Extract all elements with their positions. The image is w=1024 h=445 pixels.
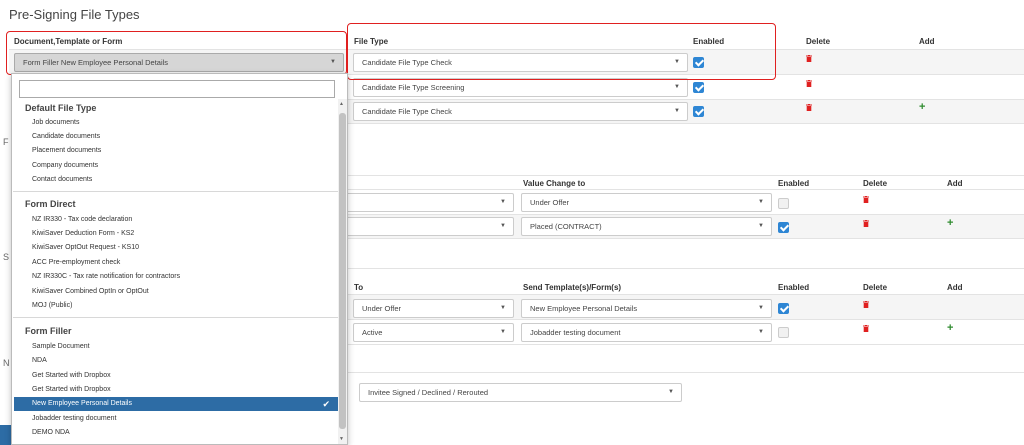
enabled-checkbox-2[interactable] (693, 82, 704, 93)
header-add-3: Add (947, 283, 963, 292)
caret-down-icon: ▼ (500, 223, 506, 229)
trash-icon[interactable] (806, 104, 812, 111)
scrollbar-thumb[interactable] (339, 113, 346, 429)
highlight-box-document (6, 31, 347, 75)
option[interactable]: NZ IR330 - Tax code declaration (32, 216, 132, 223)
send-template-select-2[interactable]: Jobadder testing document ▼ (521, 323, 772, 342)
section-heading-peek: F (3, 137, 9, 147)
header-delete: Delete (806, 37, 831, 46)
option[interactable]: Get Started with Dropbox (32, 372, 111, 379)
to-select-2[interactable]: Active ▼ (353, 323, 514, 342)
enabled-checkbox-s2-1[interactable] (778, 198, 789, 209)
option[interactable]: Get Started with Dropbox (32, 386, 111, 393)
option[interactable]: Company documents (32, 162, 98, 169)
dropdown-search-input[interactable] (19, 80, 335, 98)
option[interactable]: NZ IR330C - Tax rate notification for co… (32, 273, 180, 280)
header-send: Send Template(s)/Form(s) (523, 283, 622, 292)
option[interactable]: Jobadder testing document (32, 415, 116, 422)
trash-icon[interactable] (863, 325, 869, 332)
group-default-file-type: Default File Type (25, 103, 97, 113)
caret-down-icon: ▼ (500, 329, 506, 335)
option[interactable]: Candidate documents (32, 133, 100, 140)
header-enabled-3: Enabled (778, 283, 810, 292)
scroll-up-icon[interactable]: ▲ (339, 101, 344, 107)
file-type-select-3[interactable]: Candidate File Type Check ▼ (353, 102, 688, 121)
option[interactable]: Contact documents (32, 176, 92, 183)
file-type-value-2: Candidate File Type Screening (362, 83, 465, 92)
enabled-checkbox-s3-2[interactable] (778, 327, 789, 338)
caret-down-icon: ▼ (668, 389, 674, 395)
add-row-icon[interactable]: + (947, 323, 953, 334)
header-delete-2: Delete (863, 179, 888, 188)
status-select[interactable]: Invitee Signed / Declined / Rerouted ▼ (359, 383, 682, 402)
scroll-down-icon[interactable]: ▼ (339, 436, 344, 442)
trash-icon[interactable] (806, 55, 812, 62)
caret-down-icon: ▼ (500, 199, 506, 205)
caret-down-icon: ▼ (500, 305, 506, 311)
caret-down-icon: ▼ (674, 108, 680, 114)
option-selected[interactable]: New Employee Personal Details ✔ (14, 397, 338, 411)
file-type-value-3: Candidate File Type Check (362, 107, 452, 116)
caret-down-icon: ▼ (758, 223, 764, 229)
to-value-1: Under Offer (362, 304, 402, 313)
option-selected-label: New Employee Personal Details (32, 400, 132, 407)
value-change-select-2[interactable]: Placed (CONTRACT) ▼ (521, 217, 772, 236)
status-select-value: Invitee Signed / Declined / Rerouted (368, 388, 489, 397)
value-change-select-1[interactable]: Under Offer ▼ (521, 193, 772, 212)
option[interactable]: DEMO NDA (32, 429, 70, 436)
option[interactable]: NDA (32, 357, 47, 364)
file-type-select-2[interactable]: Candidate File Type Screening ▼ (353, 78, 688, 97)
option[interactable]: Job documents (32, 119, 79, 126)
header-value-change: Value Change to (523, 179, 586, 188)
highlight-box-file-type (347, 23, 776, 80)
option[interactable]: KiwiSaver Combined OptIn or OptOut (32, 288, 149, 295)
trash-icon[interactable] (806, 80, 812, 87)
enabled-checkbox-s3-1[interactable] (778, 303, 789, 314)
group-form-direct: Form Direct (25, 199, 76, 209)
header-to: To (354, 283, 364, 292)
option[interactable]: Placement documents (32, 147, 101, 154)
send-template-select-1[interactable]: New Employee Personal Details ▼ (521, 299, 772, 318)
option[interactable]: MOJ (Public) (32, 302, 72, 309)
add-row-icon[interactable]: + (947, 218, 953, 229)
caret-down-icon: ▼ (674, 84, 680, 90)
page-title: Pre-Signing File Types (9, 7, 140, 22)
option[interactable]: ACC Pre-employment check (32, 259, 120, 266)
send-value-1: New Employee Personal Details (530, 304, 638, 313)
value-change-value-1: Under Offer (530, 198, 570, 207)
primary-button-edge[interactable] (0, 425, 11, 445)
group-form-filler: Form Filler (25, 326, 72, 336)
option[interactable]: KiwiSaver Deduction Form - KS2 (32, 230, 134, 237)
header-delete-3: Delete (863, 283, 888, 292)
caret-down-icon: ▼ (758, 329, 764, 335)
enabled-checkbox-s2-2[interactable] (778, 222, 789, 233)
dropdown-scrollbar[interactable]: ▲ ▼ (338, 99, 347, 444)
section-heading-peek: S (3, 252, 10, 262)
section-heading-peek: N (3, 358, 10, 368)
trash-icon[interactable] (863, 220, 869, 227)
option[interactable]: KiwiSaver OptOut Request - KS10 (32, 244, 139, 251)
add-row-icon[interactable]: + (919, 102, 925, 113)
option[interactable]: Sample Document (32, 343, 90, 350)
trash-icon[interactable] (863, 196, 869, 203)
to-select-1[interactable]: Under Offer ▼ (353, 299, 514, 318)
send-value-2: Jobadder testing document (530, 328, 621, 337)
enabled-checkbox-3[interactable] (693, 106, 704, 117)
checkmark-icon: ✔ (322, 399, 330, 409)
to-value-2: Active (362, 328, 383, 337)
caret-down-icon: ▼ (758, 305, 764, 311)
header-add-2: Add (947, 179, 963, 188)
caret-down-icon: ▼ (758, 199, 764, 205)
header-enabled-2: Enabled (778, 179, 810, 188)
document-dropdown-list[interactable]: Default File Type Job documents Candidat… (11, 73, 348, 445)
header-add: Add (919, 37, 935, 46)
value-change-value-2: Placed (CONTRACT) (530, 222, 602, 231)
trash-icon[interactable] (863, 301, 869, 308)
